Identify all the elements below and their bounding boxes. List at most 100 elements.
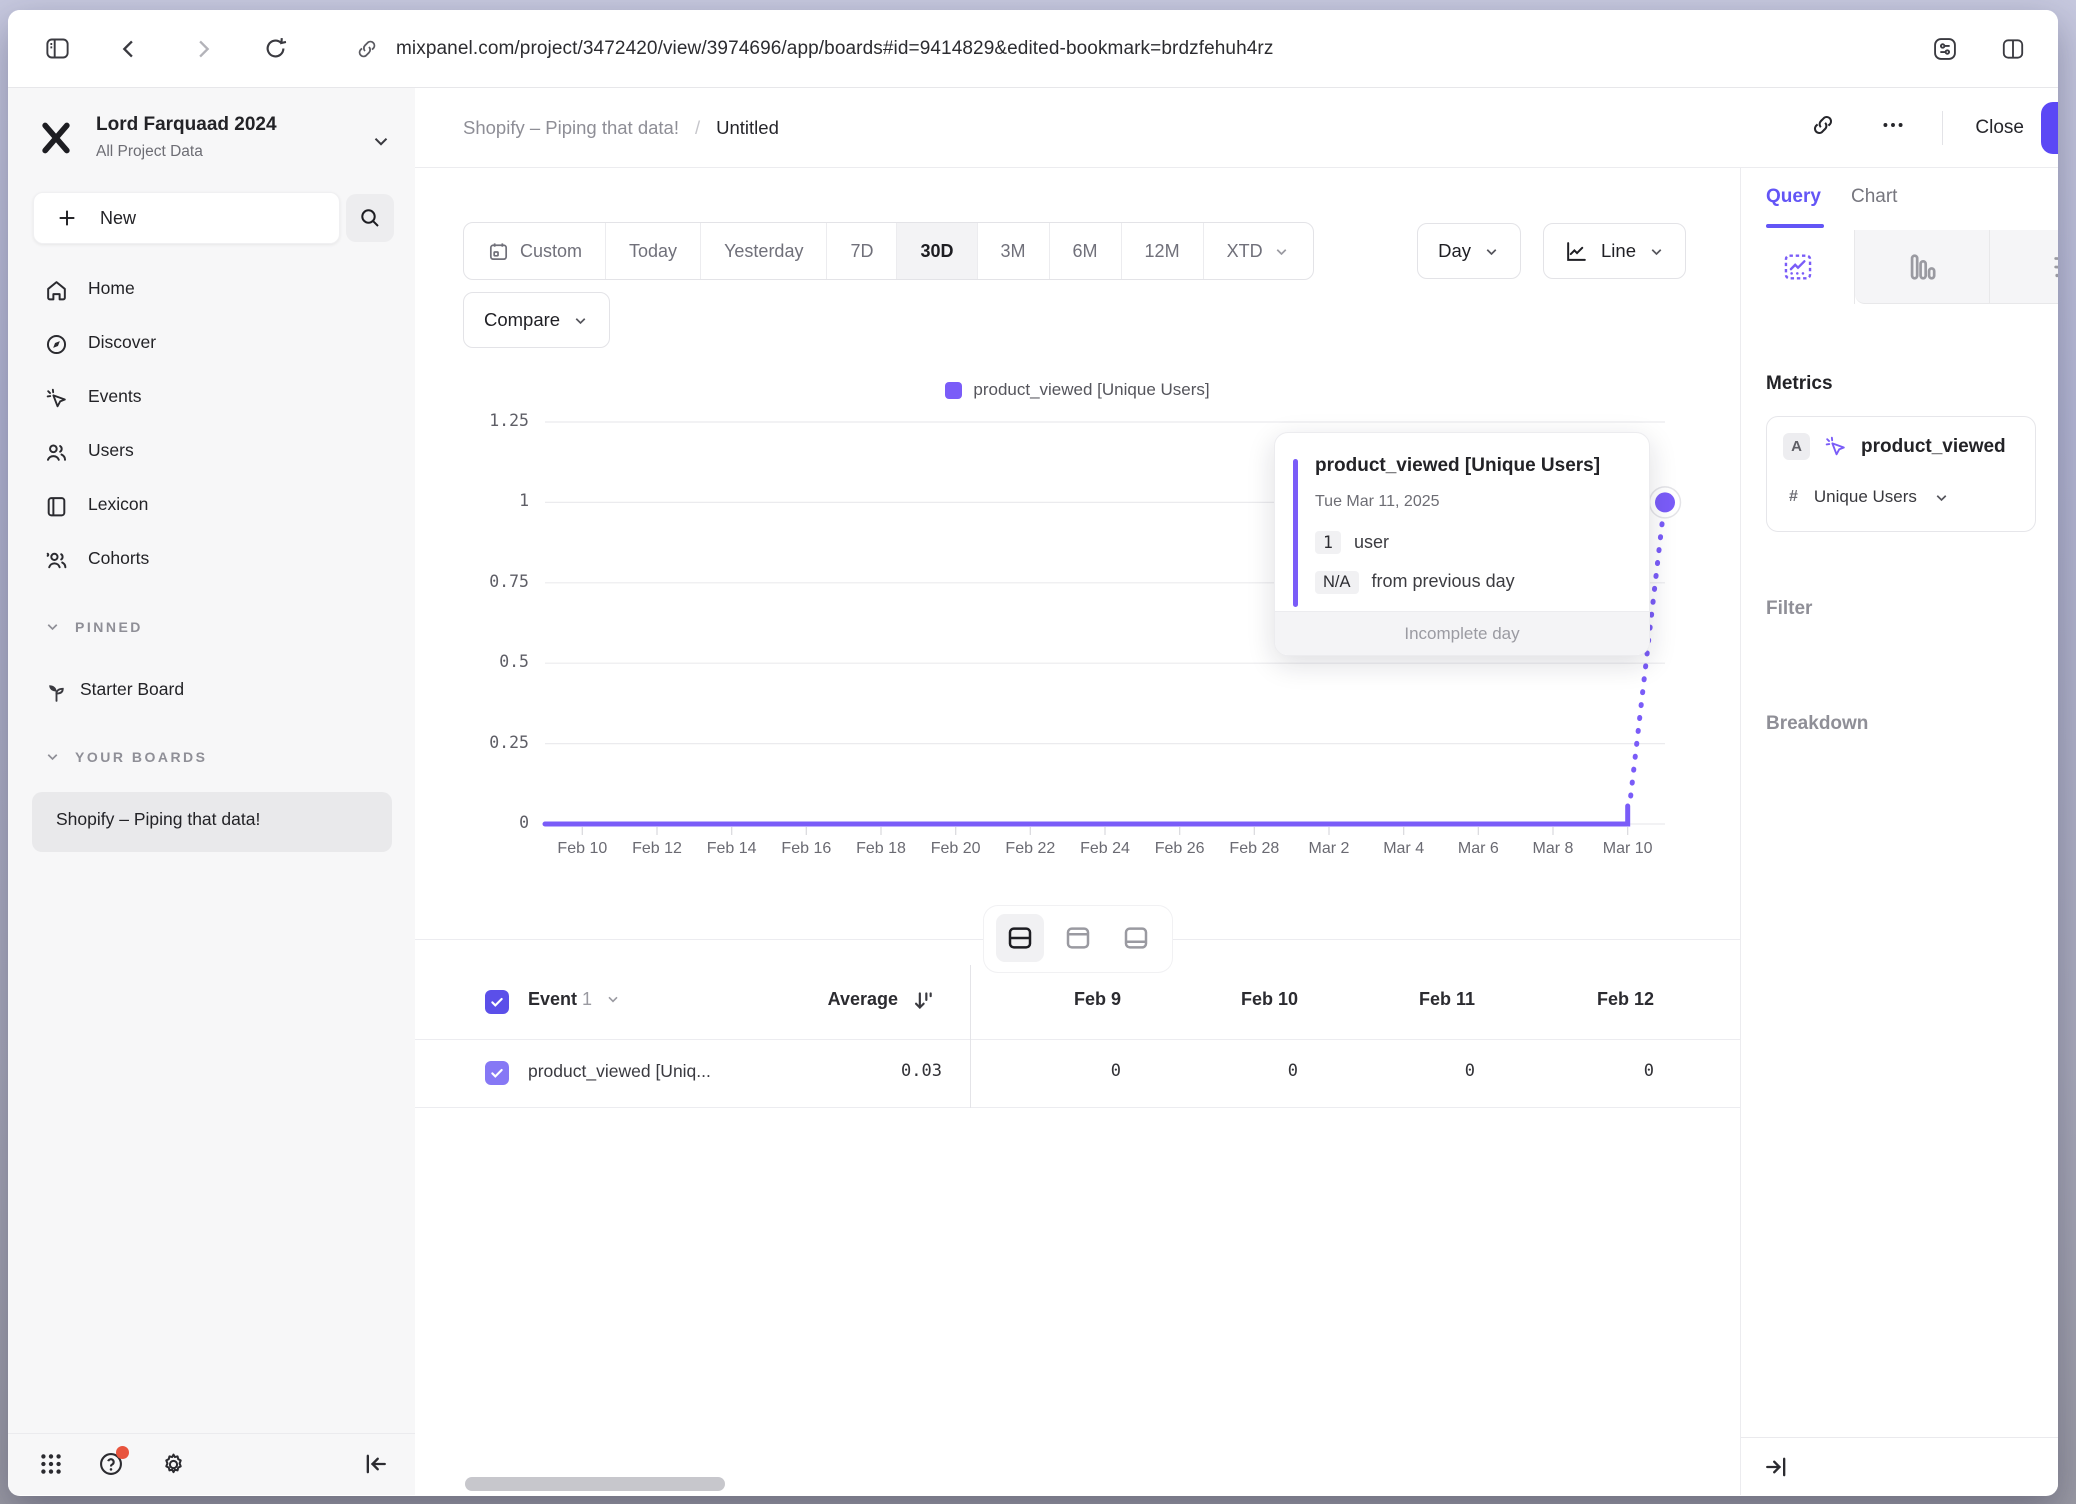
row-checkbox[interactable] — [485, 1061, 509, 1085]
horizontal-scrollbar-thumb[interactable] — [465, 1477, 725, 1491]
x-tick-label: Feb 12 — [615, 840, 699, 858]
settings-gear-icon[interactable] — [158, 1449, 188, 1479]
layout-toggle-group — [984, 906, 1172, 972]
range-xtd[interactable]: XTD — [1204, 223, 1313, 279]
collapse-panel-icon[interactable] — [1761, 1452, 1791, 1482]
sprout-icon — [44, 680, 69, 705]
range-12m[interactable]: 12M — [1122, 223, 1204, 279]
range-custom[interactable]: Custom — [464, 223, 606, 279]
divider — [1942, 111, 1943, 145]
split-view-icon[interactable] — [1998, 34, 2028, 64]
table-row[interactable]: product_viewed [Uniq... 0.03 0 0 0 0 — [415, 1040, 1740, 1108]
tab-query-selected[interactable]: Query — [1766, 186, 1821, 208]
row-value: 0 — [1315, 1061, 1475, 1081]
row-average-value: 0.03 — [742, 1061, 942, 1081]
layout-chart-only-toggle[interactable] — [1054, 914, 1102, 962]
metric-card[interactable]: A product_viewed # Unique Users — [1766, 416, 2036, 532]
funnels-report-tab[interactable] — [1855, 230, 1989, 304]
breakdown-heading[interactable]: Breakdown — [1766, 713, 1868, 735]
range-6m[interactable]: 6M — [1050, 223, 1122, 279]
tooltip-delta-row: N/A from previous day — [1315, 571, 1515, 594]
select-all-checkbox[interactable] — [485, 990, 509, 1014]
browser-toolbar: mixpanel.com/project/3472420/view/397469… — [8, 10, 2058, 88]
sidebar-item-label: Events — [88, 386, 142, 407]
forward-icon[interactable] — [188, 34, 218, 64]
new-button[interactable]: New — [33, 192, 340, 244]
line-chart-icon — [1564, 239, 1589, 264]
save-button-sliver[interactable] — [2041, 102, 2058, 154]
tooltip-value-row: 1 user — [1315, 531, 1389, 554]
sidebar-toggle-icon[interactable] — [42, 34, 72, 64]
x-tick-label: Feb 10 — [540, 840, 624, 858]
apps-grid-icon[interactable] — [36, 1449, 66, 1479]
x-tick-label: Feb 16 — [764, 840, 848, 858]
breadcrumb-separator: / — [695, 117, 700, 139]
layout-table-only-toggle[interactable] — [1112, 914, 1160, 962]
your-boards-section-header[interactable]: YOUR BOARDS — [44, 748, 208, 765]
aggregation-selector[interactable]: # Unique Users — [1789, 487, 1950, 507]
home-icon — [44, 278, 69, 303]
sort-icon[interactable] — [909, 988, 935, 1019]
help-icon[interactable] — [96, 1449, 126, 1479]
filter-heading[interactable]: Filter — [1766, 598, 1812, 620]
layout-split-toggle-selected[interactable] — [996, 914, 1044, 962]
sidebar-item-users[interactable]: Users — [8, 426, 415, 480]
metric-letter-chip: A — [1783, 433, 1810, 460]
compare-dropdown[interactable]: Compare — [463, 292, 610, 348]
book-icon — [44, 494, 69, 519]
chart-type-dropdown[interactable]: Line — [1543, 223, 1686, 279]
sidebar-board-starter[interactable]: Starter Board — [8, 666, 415, 718]
tooltip-value: 1 — [1315, 531, 1341, 554]
tooltip-date: Tue Mar 11, 2025 — [1315, 493, 1440, 511]
range-today[interactable]: Today — [606, 223, 701, 279]
x-tick-label: Mar 8 — [1511, 840, 1595, 858]
browser-settings-icon[interactable] — [1930, 34, 1960, 64]
collapse-sidebar-icon[interactable] — [361, 1449, 391, 1479]
insights-icon — [1781, 250, 1815, 284]
more-options-icon[interactable] — [1880, 112, 1906, 143]
breadcrumb-board-link[interactable]: Shopify – Piping that data! — [463, 117, 679, 139]
x-tick-label: Mar 10 — [1586, 840, 1670, 858]
sidebar-item-cohorts[interactable]: Cohorts — [8, 534, 415, 588]
x-tick-label: Feb 28 — [1212, 840, 1296, 858]
chevron-down-icon — [370, 130, 392, 152]
new-button-label: New — [100, 208, 136, 229]
insights-report-tab-selected[interactable] — [1741, 230, 1855, 304]
sidebar-item-events[interactable]: Events — [8, 372, 415, 426]
sidebar-item-lexicon[interactable]: Lexicon — [8, 480, 415, 534]
chart-legend[interactable]: product_viewed [Unique Users] — [415, 380, 1740, 400]
sidebar-item-label: Lexicon — [88, 494, 148, 515]
sidebar-item-label: Discover — [88, 332, 156, 353]
sidebar-item-discover[interactable]: Discover — [8, 318, 415, 372]
date-column-header: Feb 12 — [1494, 989, 1654, 1010]
event-column-header[interactable]: Event 1 — [528, 989, 621, 1010]
plus-icon — [56, 207, 78, 229]
project-switcher[interactable]: Lord Farquaad 2024 All Project Data — [8, 112, 415, 174]
pinned-section-header[interactable]: PINNED — [44, 618, 143, 635]
average-column-header[interactable]: Average — [695, 989, 898, 1010]
row-event-name: product_viewed [Uniq... — [528, 1061, 711, 1082]
retention-report-tab[interactable] — [1989, 230, 2058, 304]
sidebar-board-shopify-selected[interactable]: Shopify – Piping that data! — [32, 792, 392, 852]
tab-chart[interactable]: Chart — [1851, 186, 1897, 208]
tooltip-title: product_viewed [Unique Users] — [1315, 455, 1600, 477]
active-tab-underline — [1766, 224, 1824, 228]
back-icon[interactable] — [114, 34, 144, 64]
chevron-down-icon — [44, 618, 61, 635]
x-tick-label: Mar 6 — [1436, 840, 1520, 858]
reload-icon[interactable] — [260, 34, 290, 64]
sidebar-item-home[interactable]: Home — [8, 264, 415, 318]
url-bar[interactable]: mixpanel.com/project/3472420/view/397469… — [396, 38, 1273, 60]
range-yesterday[interactable]: Yesterday — [701, 223, 827, 279]
y-tick-label: 0.5 — [415, 652, 529, 671]
copy-link-icon[interactable] — [1810, 112, 1836, 143]
granularity-dropdown[interactable]: Day — [1417, 223, 1521, 279]
range-3m[interactable]: 3M — [978, 223, 1050, 279]
close-button[interactable]: Close — [1975, 117, 2024, 139]
metrics-heading: Metrics — [1766, 373, 1833, 395]
range-30d-selected[interactable]: 30D — [897, 223, 977, 279]
range-7d[interactable]: 7D — [827, 223, 897, 279]
tooltip-footer: Incomplete day — [1275, 611, 1649, 655]
search-button[interactable] — [346, 194, 394, 242]
funnel-bars-icon — [1905, 250, 1939, 284]
